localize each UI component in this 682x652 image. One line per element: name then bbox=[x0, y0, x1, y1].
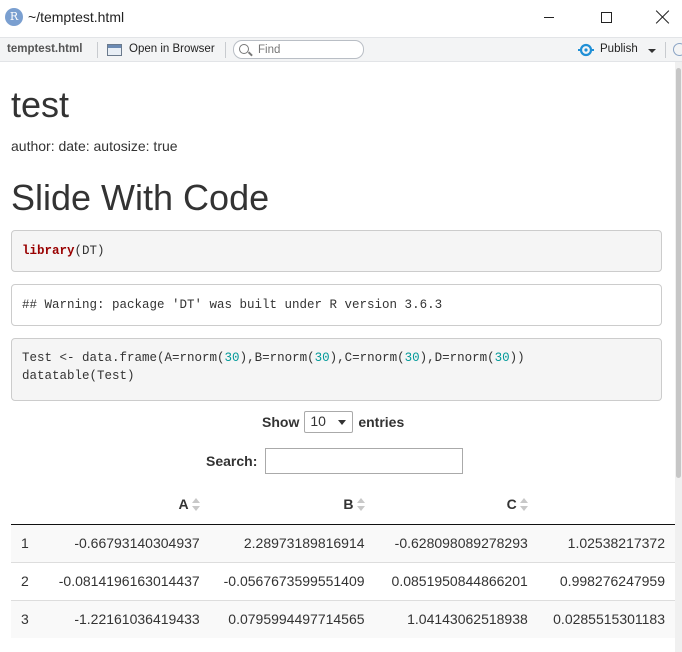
code-text: )) bbox=[509, 351, 525, 365]
open-in-browser-button[interactable]: Open in Browser bbox=[129, 43, 215, 55]
table-cell: -0.66793140304937 bbox=[46, 523, 210, 562]
output-text: ## Warning: package 'DT' was built under… bbox=[22, 298, 443, 312]
sort-icon bbox=[519, 497, 528, 512]
column-header-b[interactable]: B bbox=[209, 484, 375, 525]
table-cell: 3 bbox=[11, 599, 47, 638]
code-output-warning: ## Warning: package 'DT' was built under… bbox=[11, 284, 662, 326]
entries-label: entries bbox=[358, 414, 405, 430]
column-header-index[interactable] bbox=[11, 484, 47, 525]
refresh-icon[interactable] bbox=[673, 43, 682, 56]
table-cell: -1.22161036419433 bbox=[46, 599, 210, 638]
code-chunk-library: library(DT) bbox=[11, 230, 662, 272]
maximize-icon bbox=[600, 11, 612, 23]
viewer-toolbar: temptest.html Open in Browser Publish bbox=[0, 37, 682, 62]
toolbar-file-name: temptest.html bbox=[7, 43, 83, 55]
table-cell: 1 bbox=[11, 523, 47, 562]
find-input[interactable] bbox=[258, 43, 358, 57]
toolbar-separator bbox=[665, 42, 666, 58]
column-header-d[interactable] bbox=[537, 484, 675, 525]
table-cell: -0.628098089278293 bbox=[374, 523, 538, 562]
code-text: ),D=rnorm( bbox=[419, 351, 495, 365]
table-cell: 0.0795994497714565 bbox=[209, 599, 375, 638]
code-text: datatable(Test) bbox=[22, 369, 135, 383]
slide-heading: Slide With Code bbox=[11, 177, 270, 218]
close-button[interactable] bbox=[640, 0, 682, 34]
table-cell: -0.0814196163014437 bbox=[46, 561, 210, 600]
table-cell: 0.0285515301183 bbox=[537, 599, 675, 638]
sort-icon bbox=[356, 497, 365, 512]
find-box[interactable] bbox=[233, 40, 364, 59]
table-cell: 2.28973189816914 bbox=[209, 523, 375, 562]
column-header-c[interactable]: C bbox=[374, 484, 538, 525]
maximize-button[interactable] bbox=[583, 0, 629, 34]
search-icon bbox=[239, 44, 249, 54]
table-cell: 1.02538217372 bbox=[537, 523, 675, 562]
close-icon bbox=[656, 10, 670, 24]
table-row: 2 -0.0814196163014437 -0.056767359955140… bbox=[11, 561, 675, 600]
table-row: 1 -0.66793140304937 2.28973189816914 -0.… bbox=[11, 523, 675, 562]
code-number: 30 bbox=[224, 351, 240, 365]
table-header-row: A B C bbox=[11, 484, 675, 525]
publish-icon[interactable] bbox=[577, 43, 595, 57]
column-header-a[interactable]: A bbox=[46, 484, 210, 525]
window-title: ~/temptest.html bbox=[28, 9, 125, 25]
toolbar-separator bbox=[97, 42, 98, 58]
page-length-select[interactable]: 10 bbox=[304, 411, 354, 433]
data-table: A B C 1 -0.66793140304937 2.289731898169… bbox=[11, 484, 675, 638]
code-text: ),B=rnorm( bbox=[239, 351, 315, 365]
code-keyword: library bbox=[22, 244, 75, 258]
table-row: 3 -1.22161036419433 0.0795994497714565 1… bbox=[11, 599, 675, 638]
minimize-icon bbox=[544, 16, 554, 18]
code-number: 30 bbox=[404, 351, 420, 365]
code-text: Test <- data.frame(A=rnorm( bbox=[22, 351, 225, 365]
table-cell: 1.04143062518938 bbox=[374, 599, 538, 638]
code-text: (DT) bbox=[74, 244, 105, 258]
publish-button[interactable]: Publish bbox=[600, 43, 638, 55]
table-cell: 2 bbox=[11, 561, 47, 600]
viewer-content: test author: date: autosize: true Slide … bbox=[0, 62, 675, 652]
table-cell: 0.0851950844866201 bbox=[374, 561, 538, 600]
document-metadata: author: date: autosize: true bbox=[11, 138, 178, 154]
table-cell: 0.998276247959 bbox=[537, 561, 675, 600]
title-bar: R ~/temptest.html bbox=[0, 0, 682, 36]
toolbar-separator bbox=[225, 42, 226, 58]
table-cell: -0.0567673599551409 bbox=[209, 561, 375, 600]
code-number: 30 bbox=[494, 351, 510, 365]
minimize-button[interactable] bbox=[526, 0, 572, 34]
show-label: Show bbox=[262, 414, 300, 430]
table-search-control: Search: bbox=[206, 448, 464, 474]
rstudio-app-icon: R bbox=[5, 8, 23, 26]
document-title: test bbox=[11, 84, 70, 125]
browser-window-icon[interactable] bbox=[107, 44, 122, 56]
code-text: ),C=rnorm( bbox=[329, 351, 405, 365]
sort-icon bbox=[191, 497, 200, 512]
search-label: Search: bbox=[206, 453, 258, 469]
code-chunk-datatable: Test <- data.frame(A=rnorm(30),B=rnorm(3… bbox=[11, 338, 662, 401]
scrollbar-thumb[interactable] bbox=[676, 68, 681, 478]
table-search-input[interactable] bbox=[265, 448, 464, 474]
vertical-scrollbar[interactable] bbox=[675, 62, 682, 652]
page-length-control: Show 10 entries bbox=[262, 411, 404, 433]
code-number: 30 bbox=[314, 351, 330, 365]
publish-dropdown-icon[interactable] bbox=[648, 49, 656, 53]
